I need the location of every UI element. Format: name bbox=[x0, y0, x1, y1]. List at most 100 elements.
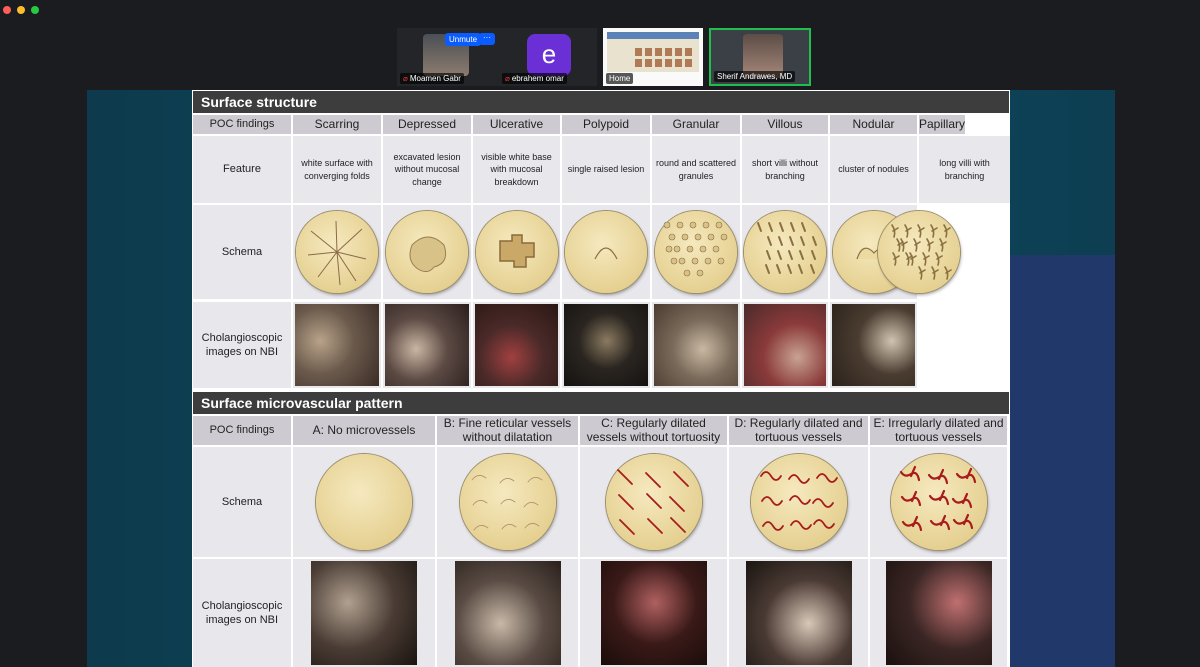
schema-diagram bbox=[316, 454, 412, 550]
surface-pattern bbox=[307, 220, 367, 286]
surface-pattern bbox=[663, 221, 728, 277]
endoscopic-image bbox=[475, 304, 558, 386]
vessel-pattern bbox=[899, 465, 976, 532]
endoscopic-image bbox=[311, 561, 417, 665]
participant-tile-home[interactable]: Home bbox=[603, 28, 703, 86]
participant-name: Sherif Andrawes, MD bbox=[714, 71, 796, 82]
schema-cell bbox=[293, 205, 381, 299]
feature-cell: single raised lesion bbox=[562, 136, 650, 203]
participant-name-label: ⌀ Moamen Gabr bbox=[400, 73, 464, 84]
column-header: Nodular bbox=[830, 115, 917, 134]
surface-structure-title: Surface structure bbox=[193, 91, 1009, 113]
image-cell bbox=[830, 302, 917, 388]
participant-tile-moamen-ebrahem[interactable]: Unmute ··· ⌀ Moamen Gabr e ⌀ ebrahem omar bbox=[397, 28, 597, 86]
surface-pattern bbox=[891, 224, 952, 280]
schema-cell bbox=[437, 447, 578, 557]
vessel-pattern bbox=[616, 469, 689, 535]
surface-pattern bbox=[757, 222, 817, 274]
schema-diagram bbox=[386, 211, 468, 293]
feature-cell: white surface with converging folds bbox=[293, 136, 381, 203]
feature-cell: visible white base with mucosal breakdow… bbox=[473, 136, 560, 203]
muted-mic-icon: ⌀ bbox=[403, 74, 408, 83]
endoscopic-image bbox=[295, 304, 379, 386]
row-label-feature: Feature bbox=[193, 136, 291, 203]
column-header: Scarring bbox=[293, 115, 381, 134]
endoscopic-image bbox=[654, 304, 738, 386]
surface-pattern bbox=[409, 236, 447, 273]
image-cell bbox=[293, 559, 435, 667]
endoscopic-image bbox=[600, 561, 707, 665]
vessel-pattern bbox=[759, 471, 838, 531]
endoscopic-image bbox=[564, 304, 648, 386]
schema-cell bbox=[652, 205, 740, 299]
schema-diagram bbox=[605, 454, 702, 550]
feature-cell: short villi without branching bbox=[742, 136, 828, 203]
schema-cell bbox=[729, 447, 868, 557]
schema-diagram bbox=[744, 211, 826, 293]
endoscopic-image bbox=[454, 561, 561, 665]
column-header: Ulcerative bbox=[473, 115, 560, 134]
row-label-schema: Schema bbox=[193, 205, 291, 299]
schema-diagram bbox=[459, 454, 556, 550]
image-cell bbox=[473, 302, 560, 388]
vessel-pattern bbox=[471, 475, 542, 531]
endoscopic-image bbox=[745, 561, 852, 665]
row-label-poc-findings: POC findings bbox=[193, 115, 291, 134]
column-header: Depressed bbox=[383, 115, 471, 134]
participant-name: ebrahem omar bbox=[511, 74, 564, 83]
window-controls bbox=[3, 6, 39, 14]
shared-slide: Surface structure Surface microvascular … bbox=[192, 90, 1010, 667]
column-header: B: Fine reticular vessels without dilata… bbox=[437, 416, 578, 445]
column-header: Granular bbox=[652, 115, 740, 134]
participant-strip: Unmute ··· ⌀ Moamen Gabr e ⌀ ebrahem omar … bbox=[397, 28, 811, 86]
column-header: A: No microvessels bbox=[293, 416, 435, 445]
schema-diagram bbox=[475, 211, 558, 293]
row-label-cholangioscopic-images: Cholangioscopic images on NBI bbox=[193, 559, 291, 667]
image-cell bbox=[562, 302, 650, 388]
microvascular-title: Surface microvascular pattern bbox=[193, 392, 1009, 414]
image-cell bbox=[742, 302, 828, 388]
participant-tile-active-speaker[interactable]: Sherif Andrawes, MD bbox=[709, 28, 811, 86]
image-cell bbox=[652, 302, 740, 388]
row-label-schema: Schema bbox=[193, 447, 291, 557]
minimize-window-button[interactable] bbox=[17, 6, 25, 14]
schema-diagram bbox=[655, 211, 737, 293]
shared-screen-thumbnail bbox=[607, 32, 699, 72]
feature-cell: excavated lesion without mucosal change bbox=[383, 136, 471, 203]
avatar: e bbox=[527, 34, 571, 76]
row-label-cholangioscopic-images: Cholangioscopic images on NBI bbox=[193, 302, 291, 388]
participant-name: Home bbox=[606, 73, 634, 84]
more-options-button[interactable]: ··· bbox=[479, 33, 495, 45]
unmute-button[interactable]: Unmute bbox=[445, 33, 482, 46]
image-cell bbox=[870, 559, 1007, 667]
schema-diagram bbox=[565, 211, 647, 293]
schema-cell bbox=[870, 447, 1007, 557]
feature-cell: round and scattered granules bbox=[652, 136, 740, 203]
schema-diagram bbox=[890, 454, 987, 550]
endoscopic-image bbox=[832, 304, 915, 386]
maximize-window-button[interactable] bbox=[31, 6, 39, 14]
participant-name: Moamen Gabr bbox=[409, 74, 461, 83]
column-header: Papillary bbox=[919, 115, 966, 134]
schema-cell bbox=[473, 205, 560, 299]
schema-diagram bbox=[878, 211, 960, 293]
schema-cell bbox=[742, 205, 828, 299]
column-header: C: Regularly dilated vessels without tor… bbox=[580, 416, 727, 445]
image-cell bbox=[437, 559, 578, 667]
close-window-button[interactable] bbox=[3, 6, 11, 14]
endoscopic-image bbox=[885, 561, 992, 665]
row-label-poc-findings: POC findings bbox=[193, 416, 291, 445]
column-header: E: Irregularly dilated and tortuous vess… bbox=[870, 416, 1007, 445]
image-cell bbox=[580, 559, 727, 667]
feature-cell: long villi with branching bbox=[919, 136, 1010, 203]
column-header: Villous bbox=[742, 115, 828, 134]
endoscopic-image bbox=[385, 304, 469, 386]
surface-pattern bbox=[594, 247, 618, 260]
endoscopic-image bbox=[744, 304, 826, 386]
schema-diagram bbox=[296, 211, 378, 293]
schema-cell bbox=[580, 447, 727, 557]
schema-cell bbox=[383, 205, 471, 299]
schema-cell bbox=[293, 447, 435, 557]
image-cell bbox=[293, 302, 381, 388]
muted-mic-icon: ⌀ bbox=[505, 74, 510, 83]
